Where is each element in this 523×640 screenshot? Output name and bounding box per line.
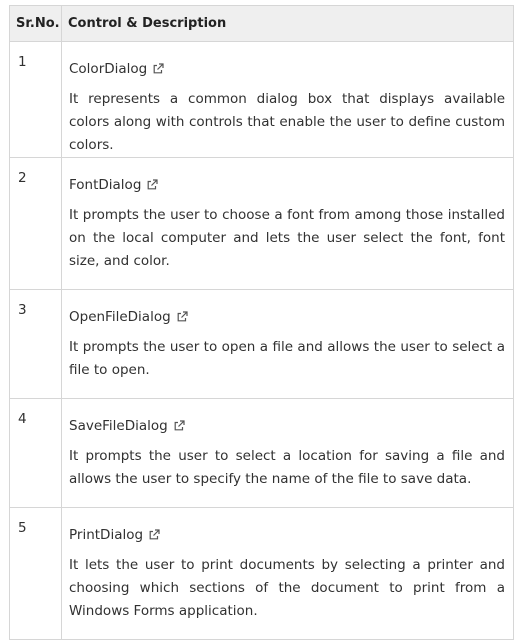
control-link-fontdialog[interactable]: FontDialog xyxy=(69,175,159,195)
control-name: ColorDialog xyxy=(69,61,148,77)
table-row: 2 FontDialog It prompts the user to choo… xyxy=(9,157,514,290)
row-number: 1 xyxy=(9,41,62,158)
header-sr-no: Sr.No. xyxy=(9,5,62,42)
row-content: OpenFileDialog It prompts the user to op… xyxy=(61,289,514,399)
control-link-openfiledialog[interactable]: OpenFileDialog xyxy=(69,307,188,327)
external-link-icon xyxy=(152,63,164,75)
control-description: It prompts the user to choose a font fro… xyxy=(69,207,505,269)
row-number: 4 xyxy=(9,398,62,508)
table-row: 1 ColorDialog It represents a common dia… xyxy=(9,41,514,158)
table-row: 5 PrintDialog It lets the user to print … xyxy=(9,507,514,640)
row-content: SaveFileDialog It prompts the user to se… xyxy=(61,398,514,508)
header-control-description: Control & Description xyxy=(61,5,514,42)
control-link-savefiledialog[interactable]: SaveFileDialog xyxy=(69,416,185,436)
table-row: 4 SaveFileDialog It prompts the user to … xyxy=(9,398,514,508)
row-number: 3 xyxy=(9,289,62,399)
table-header-row: Sr.No. Control & Description xyxy=(9,5,514,42)
control-name: OpenFileDialog xyxy=(69,309,171,325)
row-number: 5 xyxy=(9,507,62,640)
table-row: 3 OpenFileDialog It prompts the user to … xyxy=(9,289,514,399)
dialog-controls-table-container: Sr.No. Control & Description 1 ColorDial… xyxy=(9,5,514,640)
external-link-icon xyxy=(173,420,185,432)
dialog-controls-table: Sr.No. Control & Description 1 ColorDial… xyxy=(9,5,514,640)
row-content: ColorDialog It represents a common dialo… xyxy=(61,41,514,158)
row-content: FontDialog It prompts the user to choose… xyxy=(61,157,514,290)
external-link-icon xyxy=(146,179,159,191)
external-link-icon xyxy=(148,529,160,541)
control-description: It prompts the user to select a location… xyxy=(69,448,505,487)
control-name: FontDialog xyxy=(69,177,142,193)
control-link-printdialog[interactable]: PrintDialog xyxy=(69,525,160,545)
control-name: SaveFileDialog xyxy=(69,418,168,434)
control-link-colordialog[interactable]: ColorDialog xyxy=(69,59,164,79)
control-description: It lets the user to print documents by s… xyxy=(69,557,505,619)
external-link-icon xyxy=(176,311,188,323)
row-number: 2 xyxy=(9,157,62,290)
control-description: It prompts the user to open a file and a… xyxy=(69,339,505,378)
row-content: PrintDialog It lets the user to print do… xyxy=(61,507,514,640)
control-name: PrintDialog xyxy=(69,527,144,543)
control-description: It represents a common dialog box that d… xyxy=(69,91,505,153)
